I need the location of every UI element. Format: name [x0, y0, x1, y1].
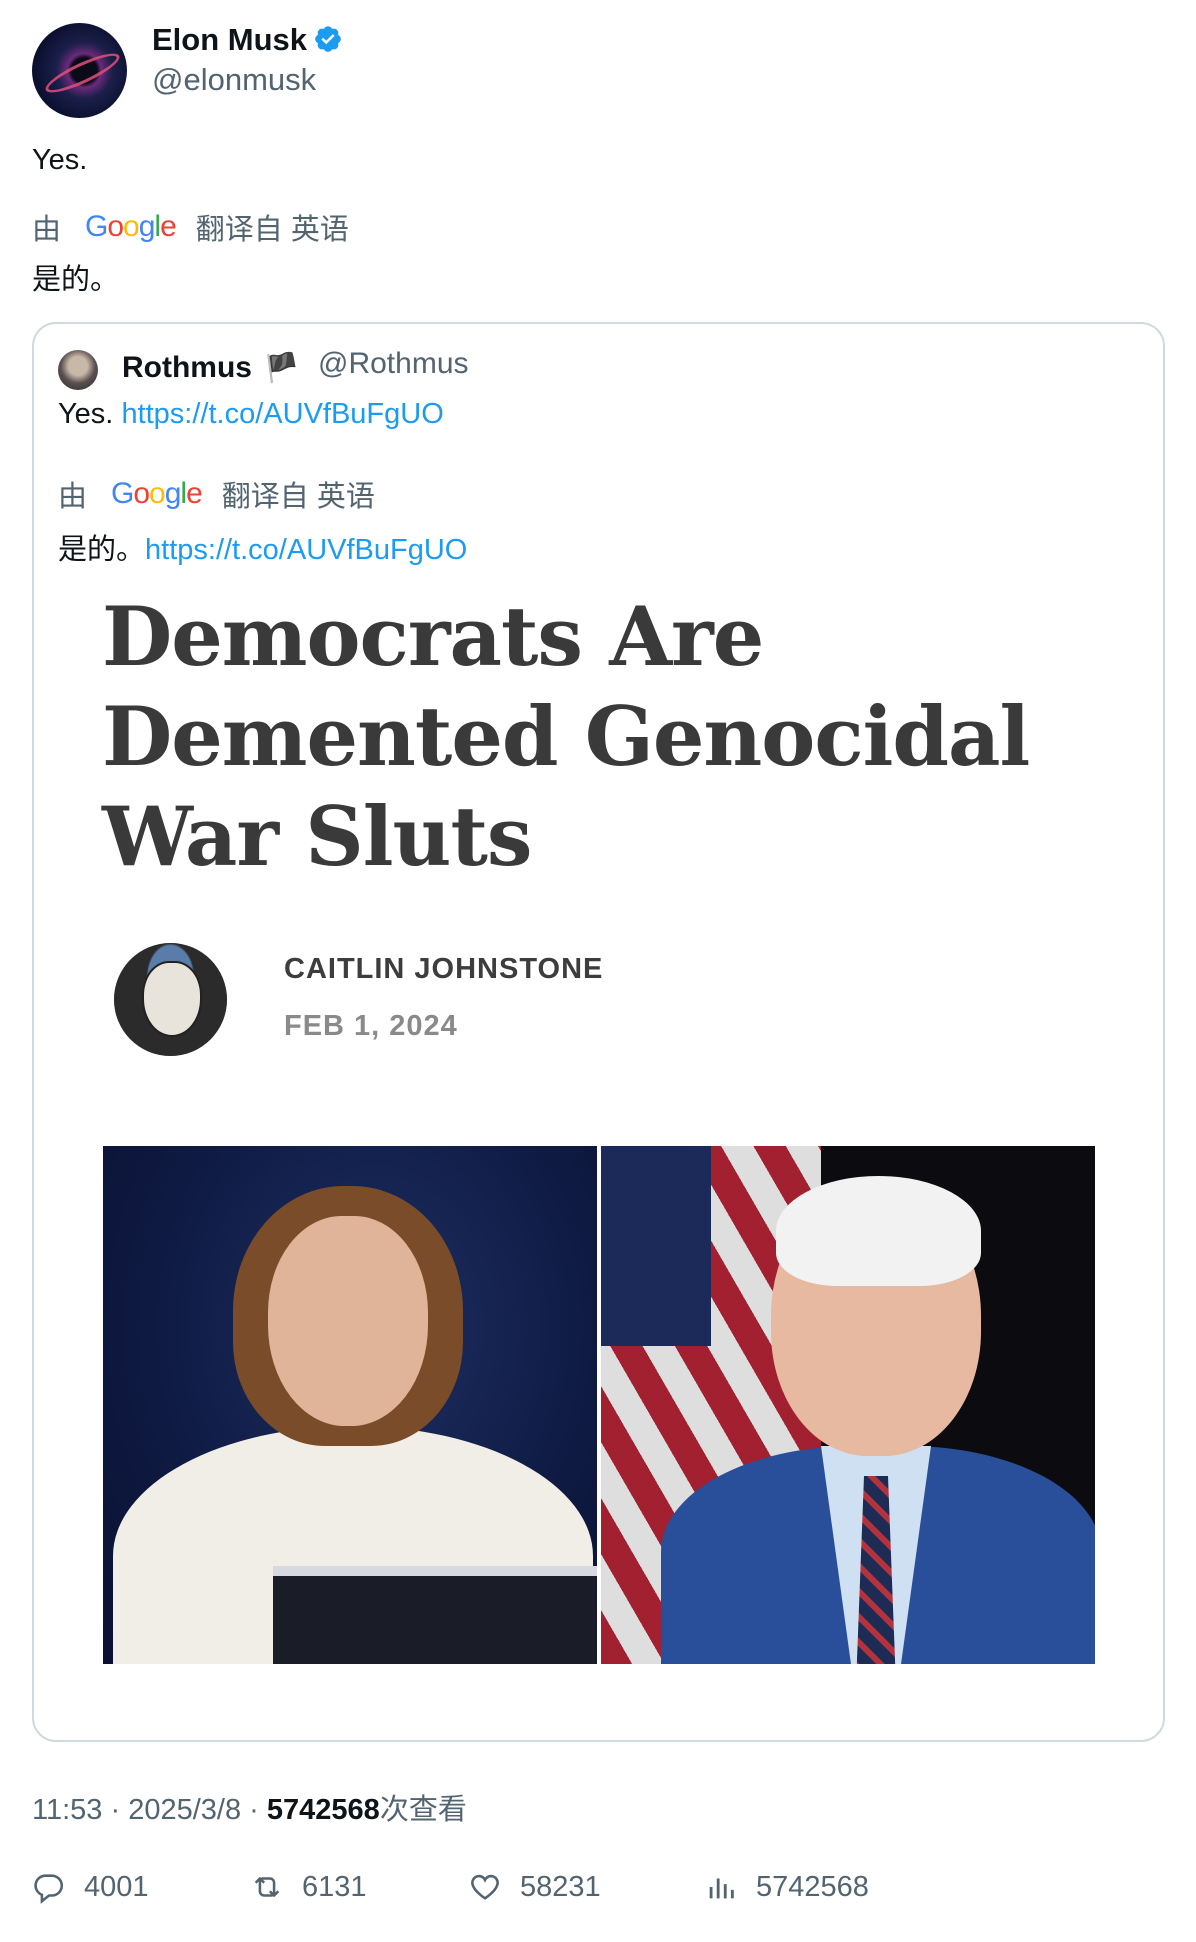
view-count: 5742568 [266, 1794, 380, 1826]
views-action-count: 5742568 [756, 1870, 869, 1903]
quoted-translation-attribution: 由 Google 翻译自 英语 [58, 473, 375, 515]
reply-count: 4001 [84, 1870, 149, 1903]
views-button[interactable]: 5742568 [704, 1870, 869, 1904]
article-photo-left[interactable] [103, 1146, 597, 1664]
like-icon [471, 1874, 499, 1900]
quoted-author-name-row[interactable]: Rothmus 🏴 [122, 351, 309, 385]
quoted-translation-suffix: 翻译自 英语 [221, 481, 375, 513]
like-count: 58231 [520, 1870, 601, 1903]
quoted-translated-link[interactable]: https://t.co/AUVfBuFgUO [145, 534, 467, 566]
article-photo-right[interactable] [601, 1146, 1095, 1664]
author-handle[interactable]: @elonmusk [152, 62, 316, 98]
article-date: FEB 1, 2024 [284, 1010, 458, 1042]
view-count-suffix: 次查看 [379, 1794, 467, 1826]
quoted-author-handle[interactable]: @Rothmus [318, 347, 469, 381]
headline-line: Demented Genocidal [102, 690, 1030, 785]
quoted-translation-prefix: 由 [58, 481, 88, 513]
quoted-author-avatar[interactable] [58, 350, 98, 390]
google-logo: Google [111, 477, 203, 510]
quoted-translated-body: 是的。 [58, 534, 146, 566]
repost-count: 6131 [302, 1870, 367, 1903]
reply-icon [34, 1874, 64, 1904]
author-name[interactable]: Elon Musk [152, 22, 307, 57]
quoted-text-body: Yes. [58, 398, 122, 430]
quoted-text: Yes. https://t.co/AUVfBuFgUO [58, 398, 444, 431]
repost-button[interactable]: 6131 [250, 1870, 367, 1904]
views-icon [709, 1878, 734, 1899]
author-name-row[interactable]: Elon Musk [152, 22, 343, 58]
author-avatar[interactable] [32, 23, 127, 118]
article-author-name: CAITLIN JOHNSTONE [284, 953, 604, 985]
quoted-link[interactable]: https://t.co/AUVfBuFgUO [121, 398, 443, 430]
flag-icon: 🏴 [264, 352, 299, 383]
repost-icon [254, 1876, 280, 1898]
like-button[interactable]: 58231 [468, 1870, 601, 1904]
google-logo: Google [85, 210, 177, 243]
tweet-time[interactable]: 11:53 [32, 1794, 102, 1826]
translated-text: 是的。 [32, 264, 120, 296]
tweet-meta: 11:53 · 2025/3/8 · 5742568次查看 [32, 1794, 467, 1826]
tweet-text: Yes. [32, 144, 88, 176]
verified-badge-icon [315, 26, 341, 52]
headline-line: War Sluts [102, 790, 532, 885]
quoted-translated-text: 是的。https://t.co/AUVfBuFgUO [58, 526, 467, 568]
reply-button[interactable]: 4001 [32, 1870, 149, 1904]
translation-attribution: 由 Google 翻译自 英语 [32, 206, 349, 248]
headline-line: Democrats Are [102, 590, 764, 685]
translation-prefix: 由 [32, 214, 62, 246]
article-author-avatar [114, 943, 227, 1056]
tweet-date[interactable]: 2025/3/8 [128, 1794, 241, 1826]
article-headline[interactable]: Democrats Are Demented Genocidal War Slu… [102, 588, 1102, 888]
quoted-author-name[interactable]: Rothmus [122, 351, 252, 384]
translation-suffix: 翻译自 英语 [195, 214, 349, 246]
